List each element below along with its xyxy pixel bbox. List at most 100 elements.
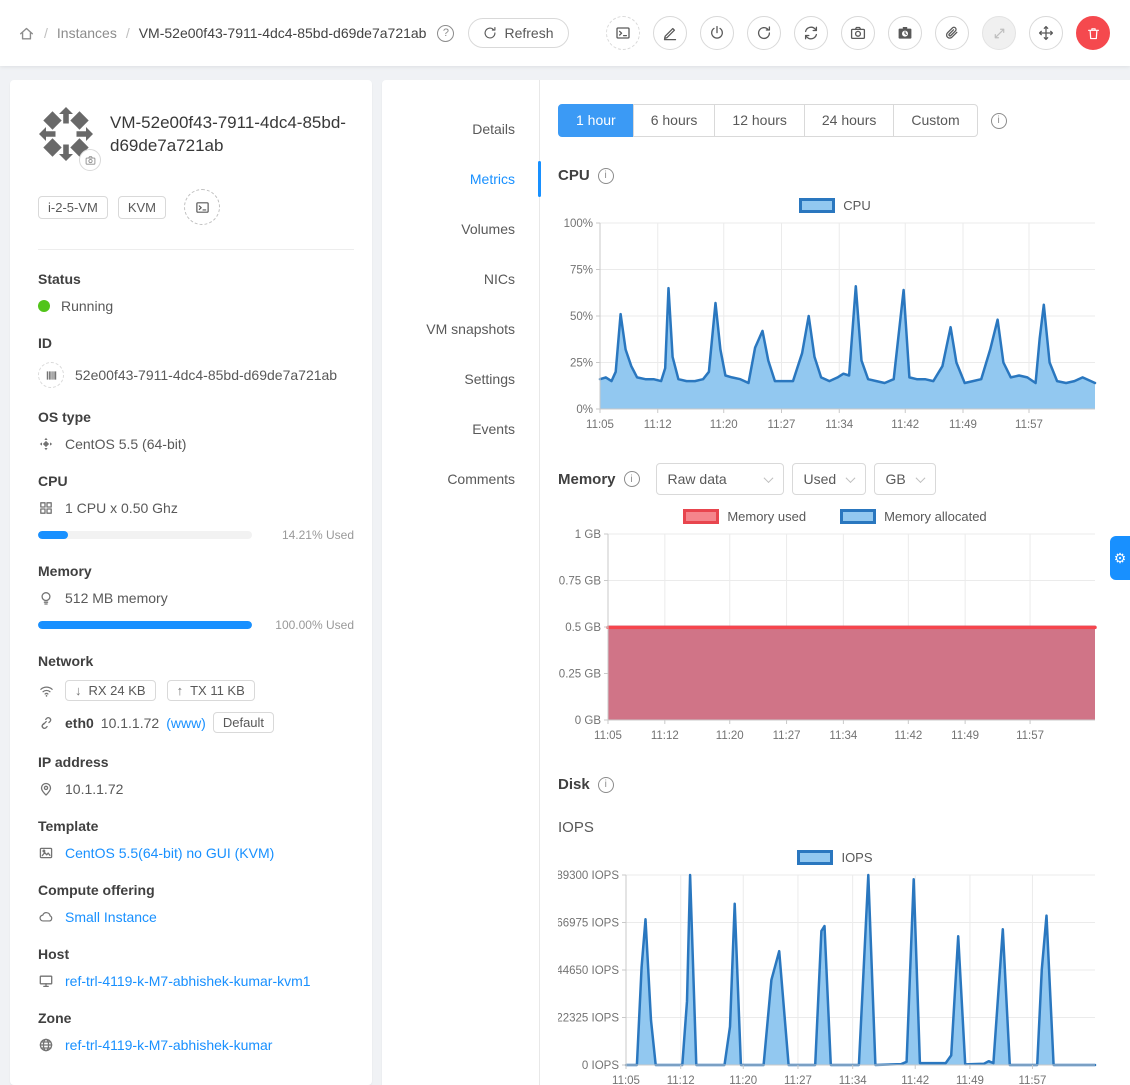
sync-icon (803, 25, 819, 41)
status-running-dot (38, 300, 50, 312)
cpu-legend-label: CPU (843, 198, 870, 213)
picture-icon (38, 846, 54, 860)
range-6-hours-button[interactable]: 6 hours (633, 104, 716, 137)
attach-iso-button[interactable] (935, 16, 969, 50)
change-icon-camera-button[interactable] (79, 149, 101, 171)
svg-text:11:49: 11:49 (949, 419, 977, 431)
take-snapshot-button[interactable] (841, 16, 875, 50)
cpu-legend: CPU (558, 198, 1112, 213)
view-console-button[interactable] (606, 16, 640, 50)
refresh-button[interactable]: Refresh (468, 18, 568, 48)
memory-metric-select[interactable]: Used (792, 463, 866, 495)
range-12-hours-button[interactable]: 12 hours (714, 104, 804, 137)
iops-legend: IOPS (558, 850, 1112, 865)
template-link[interactable]: CentOS 5.5(64-bit) no GUI (KVM) (65, 845, 274, 861)
range-1-hour-button[interactable]: 1 hour (558, 104, 634, 137)
nic-network-link[interactable]: (www) (166, 715, 206, 731)
top-header: / Instances / VM-52e00f43-7911-4dc4-85bd… (0, 0, 1130, 66)
instance-name-chip: i-2-5-VM (38, 196, 108, 219)
arrow-up-icon: ↑ (177, 683, 184, 698)
svg-text:11:12: 11:12 (644, 419, 672, 431)
svg-text:11:12: 11:12 (667, 1075, 695, 1085)
reinstall-vm-button[interactable] (794, 16, 828, 50)
reload-icon (483, 26, 497, 40)
iops-chart: 0 IOPS22325 IOPS44650 IOPS66975 IOPS8930… (558, 867, 1103, 1085)
svg-text:0%: 0% (576, 404, 593, 416)
cpu-value: 1 CPU x 0.50 Ghz (65, 500, 178, 516)
tab-nics[interactable]: NICs (382, 254, 539, 304)
svg-text:0 IOPS: 0 IOPS (582, 1060, 619, 1072)
memory-unit-select[interactable]: GB (874, 463, 936, 495)
chevron-down-icon (845, 473, 855, 483)
home-icon[interactable] (18, 25, 35, 42)
svg-text:11:34: 11:34 (825, 419, 854, 431)
zone-link[interactable]: ref-trl-4119-k-M7-abhishek-kumar (65, 1037, 272, 1053)
destroy-vm-button[interactable] (1076, 16, 1110, 50)
appstore-icon (38, 501, 54, 515)
svg-text:11:27: 11:27 (784, 1075, 812, 1085)
svg-text:11:34: 11:34 (839, 1075, 868, 1085)
cpu-info-icon[interactable]: i (598, 168, 614, 184)
breadcrumb-instances-link[interactable]: Instances (57, 25, 117, 41)
globe-icon (38, 1038, 54, 1052)
migrate-vm-button[interactable] (1029, 16, 1063, 50)
svg-text:0.5 GB: 0.5 GB (565, 622, 601, 634)
os-type-label: OS type (38, 409, 354, 425)
svg-text:11:57: 11:57 (1018, 1075, 1046, 1085)
svg-text:11:49: 11:49 (951, 730, 979, 742)
svg-text:66975 IOPS: 66975 IOPS (558, 918, 619, 930)
move-arrows-icon (1038, 25, 1054, 41)
power-icon (709, 25, 725, 41)
theme-settings-button[interactable]: ⚙ (1110, 536, 1130, 580)
memory-chart: 0 GB0.25 GB0.5 GB0.75 GB1 GB11:0511:1211… (558, 526, 1103, 748)
svg-text:22325 IOPS: 22325 IOPS (558, 1013, 619, 1025)
tab-comments[interactable]: Comments (382, 454, 539, 504)
svg-text:75%: 75% (570, 265, 593, 277)
status-label: Status (38, 271, 354, 287)
status-value: Running (61, 298, 113, 314)
compute-offering-link[interactable]: Small Instance (65, 909, 157, 925)
reload-arrow-icon (756, 25, 772, 41)
memory-label: Memory (38, 563, 354, 579)
help-icon[interactable]: ? (437, 25, 454, 42)
tab-metrics[interactable]: Metrics (382, 154, 539, 204)
host-label: Host (38, 946, 354, 962)
memory-info-icon[interactable]: i (624, 471, 640, 487)
tab-vm-snapshots[interactable]: VM snapshots (382, 304, 539, 354)
svg-text:11:34: 11:34 (829, 730, 858, 742)
svg-text:0.25 GB: 0.25 GB (559, 669, 602, 681)
disk-info-icon[interactable]: i (598, 777, 614, 793)
nic-ip: 10.1.1.72 (101, 715, 159, 731)
host-link[interactable]: ref-trl-4119-k-M7-abhishek-kumar-kvm1 (65, 973, 311, 989)
range-custom-button[interactable]: Custom (893, 104, 977, 137)
tab-events[interactable]: Events (382, 404, 539, 454)
memory-data-select[interactable]: Raw data (656, 463, 784, 495)
svg-text:11:12: 11:12 (651, 730, 679, 742)
chevron-down-icon (763, 473, 773, 483)
metrics-content: 1 hour 6 hours 12 hours 24 hours Custom … (540, 80, 1130, 1085)
cloud-icon (38, 910, 54, 924)
range-24-hours-button[interactable]: 24 hours (804, 104, 894, 137)
svg-text:11:05: 11:05 (594, 730, 622, 742)
svg-text:11:49: 11:49 (956, 1075, 984, 1085)
stop-vm-button[interactable] (700, 16, 734, 50)
console-shortcut-button[interactable] (184, 189, 220, 225)
os-type-value: CentOS 5.5 (64-bit) (65, 436, 186, 452)
reboot-vm-button[interactable] (747, 16, 781, 50)
tab-volumes[interactable]: Volumes (382, 204, 539, 254)
scale-vm-button[interactable] (982, 16, 1016, 50)
tab-details[interactable]: Details (382, 104, 539, 154)
rx-chip: ↓RX 24 KB (65, 680, 156, 701)
vm-snapshot-button[interactable] (888, 16, 922, 50)
tab-settings[interactable]: Settings (382, 354, 539, 404)
range-info-icon[interactable]: i (991, 113, 1007, 129)
vm-action-toolbar (606, 16, 1110, 50)
edit-button[interactable] (653, 16, 687, 50)
svg-text:11:57: 11:57 (1016, 730, 1044, 742)
desktop-icon (38, 974, 54, 988)
svg-text:89300 IOPS: 89300 IOPS (558, 870, 619, 882)
svg-text:11:20: 11:20 (716, 730, 744, 742)
svg-text:11:42: 11:42 (901, 1075, 929, 1085)
svg-text:0.75 GB: 0.75 GB (559, 576, 602, 588)
time-range-selector: 1 hour 6 hours 12 hours 24 hours Custom (558, 104, 978, 137)
